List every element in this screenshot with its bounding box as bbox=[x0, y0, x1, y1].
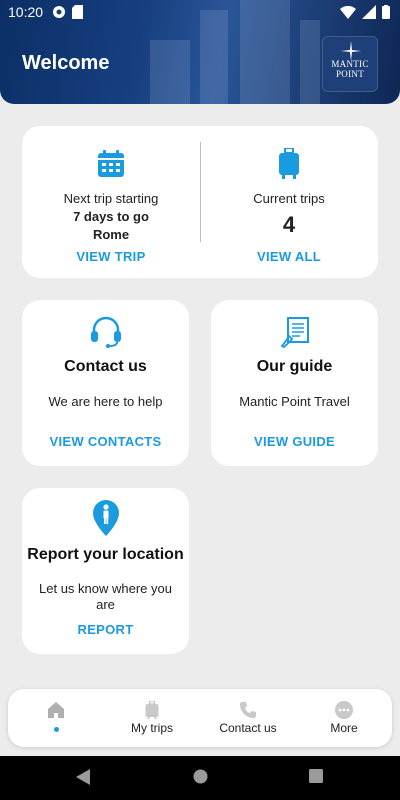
contact-title: Contact us bbox=[64, 358, 147, 375]
mantic-point-logo: MANTIC POINT bbox=[322, 36, 378, 92]
recents-icon[interactable] bbox=[309, 769, 323, 783]
view-all-link[interactable]: VIEW ALL bbox=[200, 249, 378, 264]
report-subtitle-line1: Let us know where you bbox=[39, 581, 172, 596]
bottom-navigation: My trips Contact us More bbox=[8, 689, 392, 747]
logo-line1: MANTIC bbox=[331, 59, 369, 69]
headset-icon bbox=[90, 316, 121, 348]
location-pin-icon bbox=[92, 500, 119, 536]
home-button-icon[interactable] bbox=[193, 769, 208, 784]
guide-card[interactable]: Our guide Mantic Point Travel VIEW GUIDE bbox=[211, 300, 378, 466]
next-trip-section[interactable]: Next trip starting 7 days to go Rome VIE… bbox=[22, 126, 200, 278]
luggage-icon bbox=[145, 701, 159, 719]
next-trip-days: 7 days to go bbox=[73, 209, 149, 224]
header-banner: 10:20 Welcome MANTIC POINT bbox=[0, 0, 400, 104]
nav-label: More bbox=[330, 721, 358, 735]
nav-contact-us[interactable]: Contact us bbox=[200, 689, 296, 747]
sd-card-icon bbox=[72, 5, 83, 19]
status-bar: 10:20 bbox=[0, 0, 400, 24]
phone-icon bbox=[240, 702, 256, 718]
nav-label: My trips bbox=[131, 721, 173, 735]
next-trip-destination: Rome bbox=[92, 227, 130, 242]
view-guide-link[interactable]: VIEW GUIDE bbox=[211, 434, 378, 449]
wifi-icon bbox=[340, 5, 356, 19]
luggage-icon bbox=[279, 148, 299, 179]
back-icon[interactable] bbox=[76, 769, 90, 785]
signal-icon bbox=[362, 5, 376, 19]
building-graphic bbox=[300, 20, 320, 104]
calendar-icon bbox=[98, 150, 124, 177]
report-subtitle-line2: are bbox=[96, 597, 115, 612]
status-time: 10:20 bbox=[8, 4, 44, 20]
star-logo-icon bbox=[341, 41, 361, 61]
home-icon bbox=[48, 702, 64, 718]
active-indicator bbox=[54, 727, 59, 732]
nav-home[interactable] bbox=[8, 689, 104, 747]
notification-icon bbox=[53, 6, 65, 18]
building-graphic bbox=[200, 10, 228, 104]
contact-card[interactable]: Contact us We are here to help VIEW CONT… bbox=[22, 300, 189, 466]
guide-title: Our guide bbox=[256, 358, 333, 375]
logo-line2: POINT bbox=[336, 69, 364, 79]
guide-document-icon bbox=[280, 317, 309, 348]
nav-more[interactable]: More bbox=[296, 689, 392, 747]
battery-icon bbox=[382, 5, 390, 19]
nav-my-trips[interactable]: My trips bbox=[104, 689, 200, 747]
current-trips-label: Current trips bbox=[253, 191, 325, 206]
report-title: Report your location bbox=[27, 546, 184, 563]
contact-subtitle: We are here to help bbox=[48, 394, 163, 409]
guide-subtitle: Mantic Point Travel bbox=[239, 394, 350, 409]
page-title: Welcome bbox=[22, 52, 110, 74]
trips-card: Next trip starting 7 days to go Rome VIE… bbox=[22, 126, 378, 278]
nav-label: Contact us bbox=[219, 721, 277, 735]
current-trips-section[interactable]: Current trips 4 VIEW ALL bbox=[200, 126, 378, 278]
building-graphic bbox=[150, 40, 190, 104]
current-trips-count: 4 bbox=[282, 212, 296, 237]
view-trip-link[interactable]: VIEW TRIP bbox=[22, 249, 200, 264]
report-link[interactable]: REPORT bbox=[22, 622, 189, 637]
more-icon bbox=[335, 701, 353, 719]
next-trip-label: Next trip starting bbox=[63, 191, 159, 206]
system-navigation-bar bbox=[0, 756, 400, 800]
report-location-card[interactable]: Report your location Let us know where y… bbox=[22, 488, 189, 654]
view-contacts-link[interactable]: VIEW CONTACTS bbox=[22, 434, 189, 449]
